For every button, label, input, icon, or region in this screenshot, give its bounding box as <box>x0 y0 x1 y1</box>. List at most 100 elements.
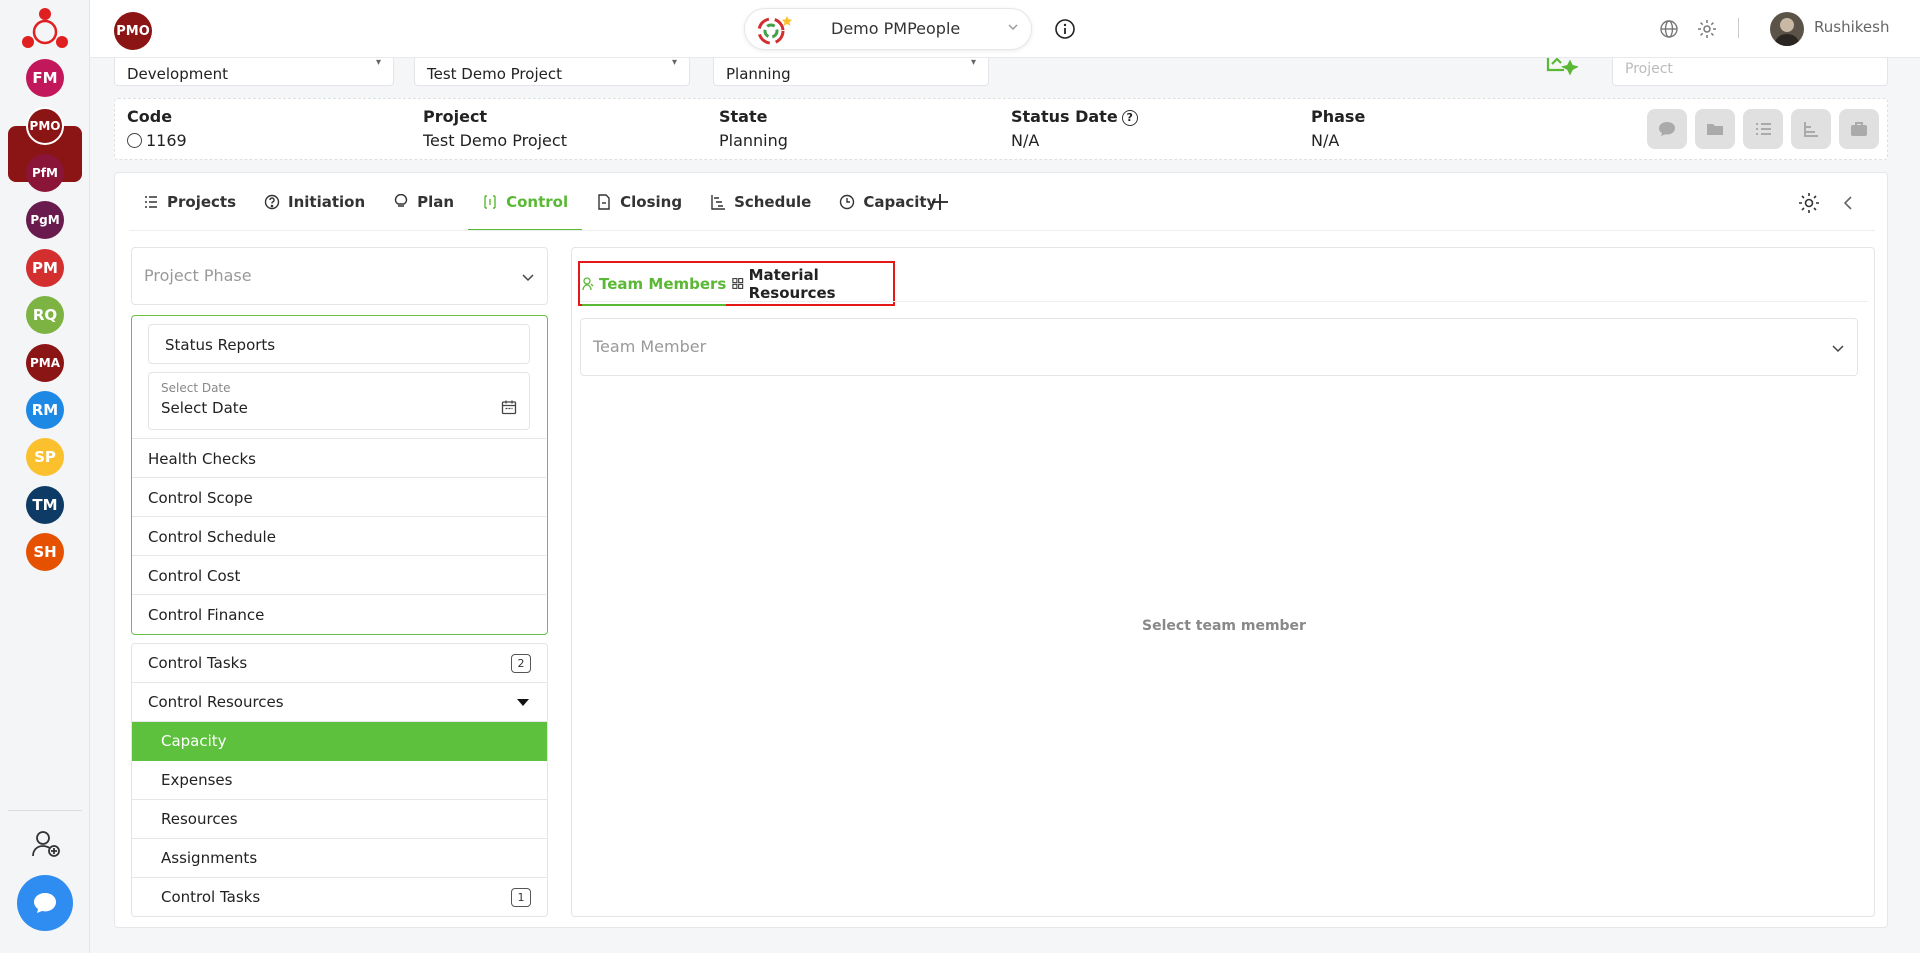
tab-schedule[interactable]: Schedule <box>696 173 825 231</box>
sub-item-capacity[interactable]: Capacity <box>132 722 547 761</box>
state-select[interactable]: Planning ▾ <box>713 58 989 86</box>
radio-circle-icon[interactable] <box>127 133 142 148</box>
app-logo-icon[interactable] <box>18 4 72 52</box>
list-button[interactable] <box>1743 109 1783 149</box>
module-pm-button[interactable]: PM <box>26 249 64 287</box>
tab-label: Control <box>506 193 569 211</box>
status-report-panel: Status Reports Select Date Select Date H… <box>131 315 548 635</box>
list-item-control-finance[interactable]: Control Finance <box>132 594 546 633</box>
topbar-divider <box>1738 18 1739 38</box>
date-picker-field[interactable]: Select Date Select Date <box>148 372 530 430</box>
module-rm-button[interactable]: RM <box>26 391 64 429</box>
tab-label: Team Members <box>599 274 727 293</box>
chevron-down-icon <box>1832 345 1844 353</box>
sub-item-assignments[interactable]: Assignments <box>132 839 547 878</box>
project-select[interactable]: Test Demo Project ▾ <box>414 58 690 86</box>
list-item-health-checks[interactable]: Health Checks <box>132 438 546 477</box>
module-tm-button[interactable]: TM <box>26 486 64 524</box>
organization-name: Demo PMPeople <box>831 19 961 38</box>
tab-label: Initiation <box>288 193 366 211</box>
gantt-icon <box>711 195 726 210</box>
avatar[interactable] <box>1770 12 1804 46</box>
chevron-down-icon: ▾ <box>970 58 976 68</box>
project-value: Test Demo Project <box>423 131 567 150</box>
status-reports-field[interactable]: Status Reports <box>148 324 530 364</box>
comments-button[interactable] <box>1647 109 1687 149</box>
list-item-control-tasks[interactable]: Control Tasks 2 <box>132 644 547 683</box>
list-icon <box>1756 123 1771 135</box>
project-label: Project <box>423 107 488 126</box>
module-sp-button[interactable]: SP <box>26 438 64 476</box>
organization-selector[interactable]: Demo PMPeople <box>744 8 1032 50</box>
chevron-down-icon: ▾ <box>375 58 381 68</box>
tab-label: Material Resources <box>748 265 836 302</box>
chevron-down-icon: ▾ <box>671 58 677 68</box>
tab-plan[interactable]: Plan <box>379 173 468 231</box>
info-icon[interactable] <box>1054 18 1076 40</box>
module-fm-button[interactable]: FM <box>26 59 64 97</box>
tab-divider <box>129 230 1875 231</box>
add-user-icon[interactable] <box>30 828 62 860</box>
resource-tabs: Team Members Material Resources <box>578 261 895 306</box>
help-icon[interactable]: ? <box>1121 109 1138 126</box>
module-pgm-button[interactable]: PgM <box>26 201 64 239</box>
status-date-column: Status Date? N/A <box>1011 107 1138 150</box>
state-value: Planning <box>719 131 788 150</box>
project-phase-select[interactable]: Project Phase <box>131 247 548 305</box>
tab-team-members[interactable]: Team Members <box>582 263 727 306</box>
tab-label: Capacity <box>863 193 937 211</box>
state-column: State Planning <box>719 107 788 150</box>
question-circle-icon <box>264 194 280 210</box>
tab-control[interactable]: Control <box>468 173 583 231</box>
list-item-control-schedule[interactable]: Control Schedule <box>132 516 546 555</box>
project-search-input[interactable]: Project <box>1612 58 1888 86</box>
tab-label: Projects <box>167 193 237 211</box>
calendar-icon[interactable] <box>501 399 517 415</box>
tab-initiation[interactable]: Initiation <box>250 173 379 231</box>
gear-icon[interactable] <box>1696 18 1718 40</box>
documents-button[interactable] <box>1695 109 1735 149</box>
module-pma-button[interactable]: PMA <box>26 344 64 382</box>
list-item-control-resources[interactable]: Control Resources <box>132 683 547 722</box>
item-label: Control Tasks <box>161 888 261 906</box>
list-item-control-cost[interactable]: Control Cost <box>132 555 546 594</box>
sub-item-control-tasks[interactable]: Control Tasks 1 <box>132 878 547 917</box>
chevron-down-icon <box>1008 24 1018 30</box>
hierarchy-button[interactable] <box>1791 109 1831 149</box>
project-info-row: Code 1169 Project Test Demo Project Stat… <box>114 98 1888 160</box>
globe-icon[interactable] <box>1658 18 1680 40</box>
tab-material-resources[interactable]: Material Resources <box>732 263 893 304</box>
current-module-badge[interactable]: PMO <box>114 12 152 50</box>
team-member-select[interactable]: Team Member <box>580 318 1858 376</box>
sub-item-expenses[interactable]: Expenses <box>132 761 547 800</box>
grid-icon <box>732 278 744 289</box>
gear-icon[interactable] <box>1797 191 1821 215</box>
tab-label: Schedule <box>734 193 812 211</box>
state-label: State <box>719 107 768 126</box>
add-tab-icon[interactable] <box>929 191 951 213</box>
module-rq-button[interactable]: RQ <box>26 296 64 334</box>
control-icon <box>484 195 496 209</box>
portfolio-select[interactable]: Development ▾ <box>114 58 394 86</box>
sub-item-resources[interactable]: Resources <box>132 800 547 839</box>
phase-value: N/A <box>1311 131 1340 150</box>
team-icon <box>582 276 594 290</box>
count-badge: 1 <box>511 888 531 907</box>
module-pmo-button[interactable]: PMO <box>26 107 64 145</box>
sidebar-divider <box>8 810 82 811</box>
module-sh-button[interactable]: SH <box>26 533 64 571</box>
list-item-control-scope[interactable]: Control Scope <box>132 477 546 516</box>
image-add-icon[interactable] <box>1542 58 1578 80</box>
module-pfm-button[interactable]: PfM <box>26 154 64 192</box>
portfolio-button[interactable] <box>1839 109 1879 149</box>
project-value: Test Demo Project <box>427 65 562 83</box>
tab-closing[interactable]: Closing <box>582 173 696 231</box>
phase-placeholder: Project Phase <box>144 266 252 285</box>
chat-button[interactable] <box>17 875 73 931</box>
tab-projects[interactable]: Projects <box>129 173 250 231</box>
tab-label: Plan <box>417 193 455 211</box>
user-name[interactable]: Rushikesh <box>1814 18 1889 36</box>
chevron-left-icon[interactable] <box>1841 193 1855 213</box>
count-badge: 2 <box>511 654 531 673</box>
organization-logo-icon <box>757 16 793 45</box>
